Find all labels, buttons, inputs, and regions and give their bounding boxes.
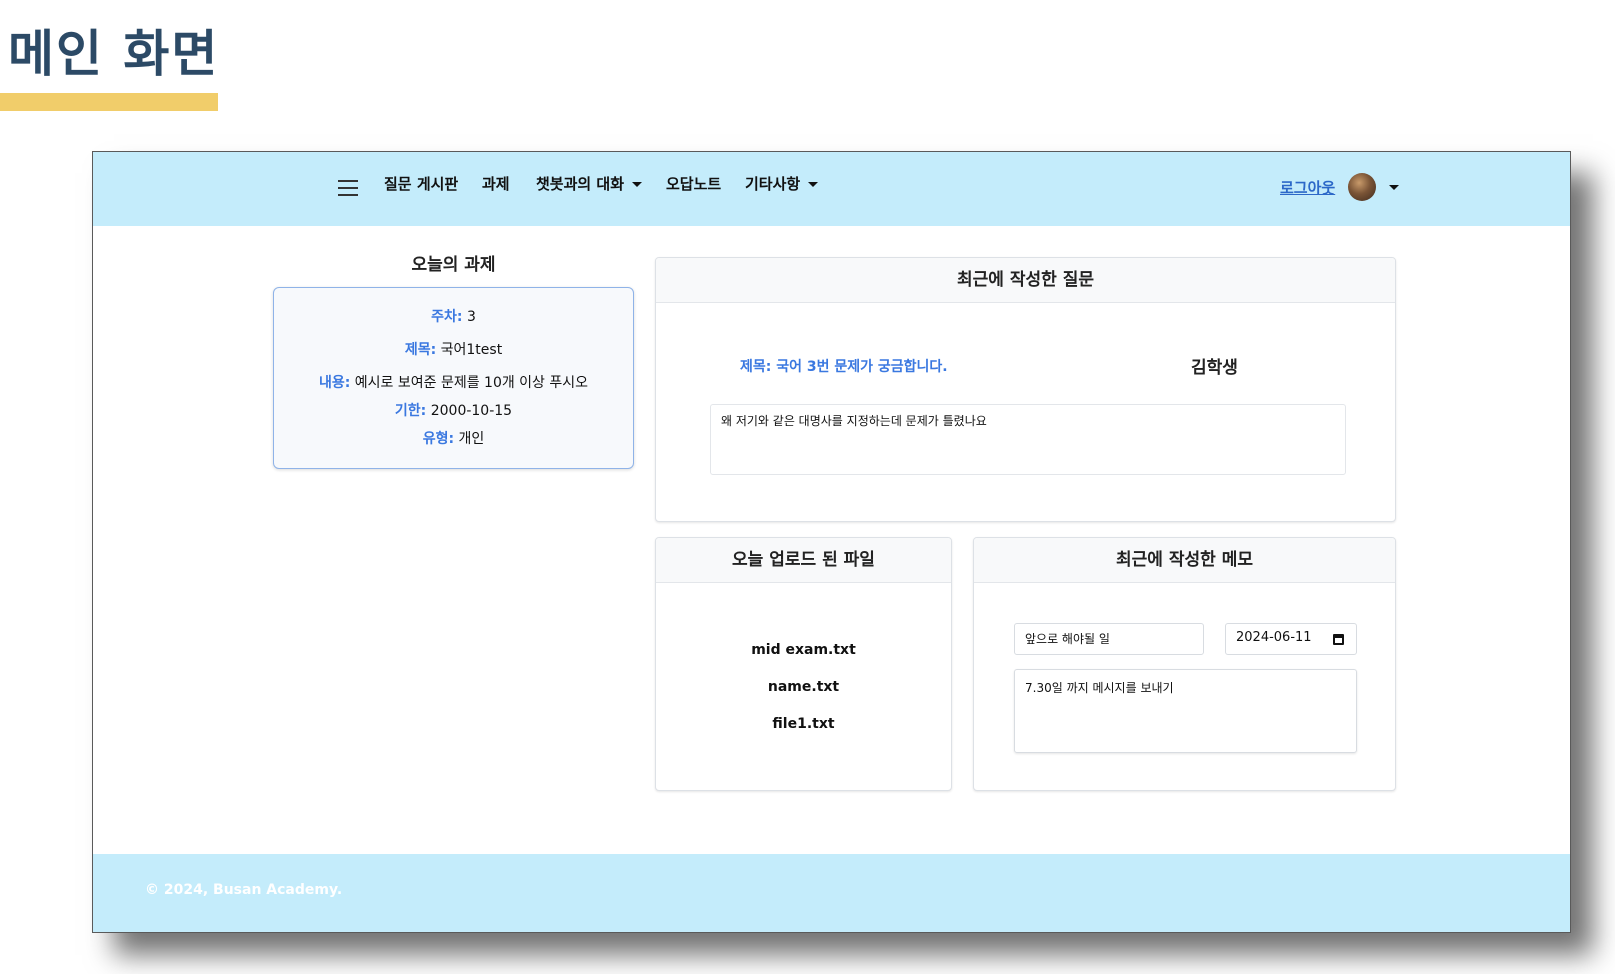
memo-content-textarea[interactable]: 7.30일 까지 메시지를 보내기 bbox=[1014, 669, 1357, 753]
memo-title-input[interactable]: 앞으로 해야될 일 bbox=[1014, 623, 1204, 655]
nav-assignment-label: 과제 bbox=[482, 175, 510, 193]
nav-wrong-answer-note[interactable]: 오답노트 bbox=[666, 173, 721, 194]
nav-assignment[interactable]: 과제 bbox=[482, 173, 510, 194]
assignment-type: 유형: 개인 bbox=[274, 428, 633, 448]
today-assignment-heading: 오늘의 과제 bbox=[411, 255, 496, 275]
file-item[interactable]: mid exam.txt bbox=[656, 642, 951, 658]
question-title-link[interactable]: 제목: 국어 3번 문제가 궁금합니다. bbox=[740, 356, 948, 376]
nav-question-board-label: 질문 게시판 bbox=[384, 175, 459, 193]
recent-memo-heading: 최근에 작성한 메모 bbox=[974, 538, 1395, 583]
caret-down-icon bbox=[808, 182, 819, 187]
week-value: 3 bbox=[466, 309, 476, 325]
today-assignment-card: 주차: 3 제목: 국어1test 내용: 예시로 보여준 문제를 10개 이상… bbox=[273, 287, 634, 469]
footer: © 2024, Busan Academy. bbox=[93, 854, 1570, 932]
footer-copyright: © 2024, Busan Academy. bbox=[145, 882, 343, 898]
logout-link[interactable]: 로그아웃 bbox=[1280, 177, 1335, 198]
recent-memo-panel: 최근에 작성한 메모 앞으로 해야될 일 2024-06-11 7.30일 까지… bbox=[973, 537, 1396, 791]
content-label: 내용: bbox=[318, 375, 351, 391]
nav-question-board[interactable]: 질문 게시판 bbox=[384, 173, 458, 194]
nav-chatbot-dropdown[interactable]: 챗봇과의 대화 bbox=[536, 173, 643, 194]
title-underline bbox=[0, 93, 218, 111]
deadline-label: 기한: bbox=[394, 403, 427, 419]
nav-chatbot-label: 챗봇과의 대화 bbox=[536, 175, 625, 193]
caret-down-icon[interactable] bbox=[1389, 185, 1399, 190]
assignment-content: 내용: 예시로 보여준 문제를 10개 이상 푸시오 bbox=[274, 372, 633, 392]
memo-date-input[interactable]: 2024-06-11 bbox=[1225, 623, 1357, 655]
nav-etc-label: 기타사항 bbox=[745, 175, 801, 193]
question-author: 김학생 bbox=[1191, 358, 1238, 378]
assignment-deadline: 기한: 2000-10-15 bbox=[274, 400, 633, 420]
caret-down-icon bbox=[632, 182, 643, 187]
navbar: 질문 게시판 과제 챗봇과의 대화 오답노트 기타사항 로그아웃 bbox=[93, 152, 1570, 226]
recent-question-panel: 최근에 작성한 질문 제목: 국어 3번 문제가 궁금합니다. 김학생 왜 저기… bbox=[655, 257, 1396, 522]
nav-etc-dropdown[interactable]: 기타사항 bbox=[745, 173, 819, 194]
type-value: 개인 bbox=[458, 431, 485, 447]
calendar-icon[interactable] bbox=[1333, 634, 1344, 645]
file-item[interactable]: file1.txt bbox=[656, 716, 951, 732]
nav-wrong-answer-label: 오답노트 bbox=[666, 175, 722, 193]
recent-question-heading: 최근에 작성한 질문 bbox=[656, 258, 1395, 303]
week-label: 주차: bbox=[431, 309, 463, 325]
menu-icon[interactable] bbox=[338, 180, 358, 196]
uploaded-files-heading: 오늘 업로드 된 파일 bbox=[656, 538, 951, 583]
slide-title: 메인 화면 bbox=[8, 25, 220, 83]
file-item[interactable]: name.txt bbox=[656, 679, 951, 695]
question-body: 왜 저기와 같은 대명사를 지정하는데 문제가 틀렸나요 bbox=[710, 404, 1346, 475]
avatar[interactable] bbox=[1348, 173, 1376, 201]
type-label: 유형: bbox=[422, 431, 455, 447]
assignment-title: 제목: 국어1test bbox=[274, 339, 633, 359]
app-window: 질문 게시판 과제 챗봇과의 대화 오답노트 기타사항 로그아웃 오늘의 과제 … bbox=[92, 151, 1571, 933]
assignment-week: 주차: 3 bbox=[274, 306, 633, 326]
deadline-value: 2000-10-15 bbox=[430, 403, 513, 419]
title-label: 제목: bbox=[404, 342, 437, 358]
content-value: 예시로 보여준 문제를 10개 이상 푸시오 bbox=[354, 375, 589, 391]
uploaded-files-panel: 오늘 업로드 된 파일 mid exam.txt name.txt file1.… bbox=[655, 537, 952, 791]
title-value: 국어1test bbox=[440, 342, 503, 358]
memo-date-value: 2024-06-11 bbox=[1236, 630, 1312, 645]
